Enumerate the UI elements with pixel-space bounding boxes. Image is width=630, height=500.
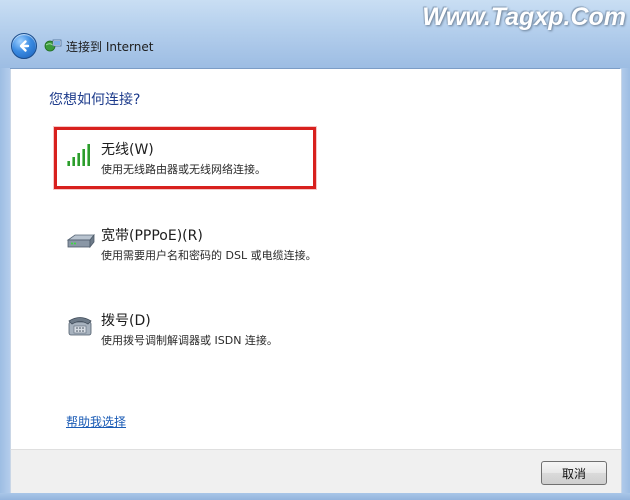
window-title: 连接到 Internet	[66, 40, 154, 54]
help-me-choose-link[interactable]: 帮助我选择	[66, 413, 126, 430]
option-wireless[interactable]: 无线(W) 使用无线路由器或无线网络连接。	[65, 133, 365, 179]
page-question: 您想如何连接?	[49, 92, 141, 108]
watermark: Www.Tagxp.Com	[422, 3, 626, 31]
window-frame-left	[0, 68, 10, 493]
option-dialup[interactable]: 拨号(D) 使用拨号调制解调器或 ISDN 连接。	[65, 304, 365, 350]
option-wireless-description: 使用无线路由器或无线网络连接。	[101, 163, 266, 176]
content-area: 您想如何连接? 无线(W) 使用无线路由器或无线网络连接。 宽带(PPPoE)(…	[10, 69, 622, 449]
option-dialup-description: 使用拨号调制解调器或 ISDN 连接。	[101, 334, 278, 347]
wireless-signal-icon	[67, 144, 90, 166]
dialup-phone-icon	[68, 317, 92, 336]
title-bar: 连接到 Internet Www.Tagxp.Com	[0, 0, 630, 69]
option-broadband[interactable]: 宽带(PPPoE)(R) 使用需要用户名和密码的 DSL 或电缆连接。	[65, 219, 365, 265]
network-connection-icon	[44, 39, 62, 52]
back-arrow-icon	[19, 40, 30, 52]
option-broadband-title: 宽带(PPPoE)(R)	[101, 228, 203, 244]
cancel-button[interactable]: 取消	[541, 461, 607, 485]
option-dialup-title: 拨号(D)	[101, 313, 151, 329]
connect-to-internet-window: 连接到 Internet Www.Tagxp.Com 您想如何连接? 无线(W)…	[0, 0, 630, 500]
window-frame-bottom	[0, 493, 630, 500]
option-wireless-title: 无线(W)	[101, 142, 154, 158]
broadband-modem-icon	[66, 233, 95, 249]
footer-bar: 取消	[10, 449, 622, 494]
back-button[interactable]	[11, 33, 37, 59]
option-broadband-description: 使用需要用户名和密码的 DSL 或电缆连接。	[101, 249, 317, 262]
